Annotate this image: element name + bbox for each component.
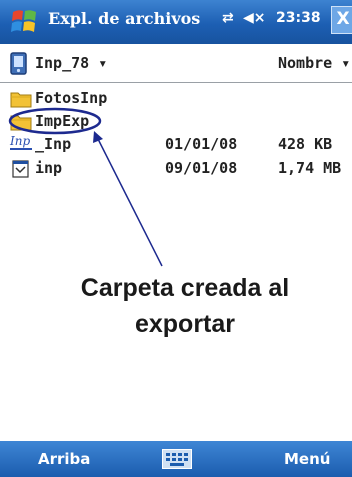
list-item-inp-app[interactable]: inp 09/01/08 1,74 MB bbox=[0, 157, 352, 180]
annotation-line-1: Carpeta creada al bbox=[80, 274, 290, 302]
title-bar: Expl. de archivos ⇄ ◀× 23:38 X bbox=[0, 0, 352, 44]
keyboard-icon[interactable] bbox=[162, 449, 192, 469]
sort-dropdown[interactable]: Nombre ▾ bbox=[278, 54, 350, 72]
up-softkey[interactable]: Arriba bbox=[38, 450, 90, 468]
sort-label: Nombre bbox=[278, 54, 333, 72]
volume-icon[interactable]: ◀× bbox=[243, 10, 266, 26]
list-item-fotosinp[interactable]: FotosInp bbox=[0, 87, 352, 110]
annotation-caption: Carpeta creada al exportar bbox=[40, 270, 330, 342]
path-bar: Inp_78 ▾ Nombre ▾ bbox=[0, 44, 352, 83]
file-size: 428 KB bbox=[278, 135, 333, 153]
file-date: 09/01/08 bbox=[165, 159, 238, 177]
menu-softkey[interactable]: Menú bbox=[284, 450, 330, 468]
file-name: inp bbox=[35, 159, 63, 177]
sync-icon[interactable]: ⇄ bbox=[222, 10, 234, 26]
application-icon bbox=[12, 160, 29, 178]
clock[interactable]: 23:38 bbox=[276, 10, 321, 26]
menu-bar: Arriba Menú bbox=[0, 441, 352, 477]
folder-icon bbox=[10, 115, 32, 131]
current-folder-label: Inp_78 ▾ bbox=[35, 54, 108, 72]
app-title: Expl. de archivos bbox=[48, 9, 201, 28]
annotation-line-2: exportar bbox=[134, 310, 236, 338]
inp-document-icon: Inp bbox=[10, 134, 32, 150]
file-name: FotosInp bbox=[35, 89, 108, 107]
folder-icon bbox=[10, 92, 32, 108]
close-button[interactable]: X bbox=[331, 6, 352, 34]
device-icon bbox=[10, 52, 27, 75]
list-item-impexp[interactable]: ImpExp bbox=[0, 110, 352, 133]
file-name: ImpExp bbox=[35, 112, 90, 130]
windows-start-icon[interactable] bbox=[10, 6, 38, 36]
list-item-inp-file[interactable]: Inp _Inp 01/01/08 428 KB bbox=[0, 133, 352, 156]
file-size: 1,74 MB bbox=[278, 159, 342, 177]
file-date: 01/01/08 bbox=[165, 135, 238, 153]
file-name: _Inp bbox=[35, 135, 72, 153]
chevron-down-icon: ▾ bbox=[341, 54, 351, 72]
chevron-down-icon: ▾ bbox=[98, 54, 108, 72]
